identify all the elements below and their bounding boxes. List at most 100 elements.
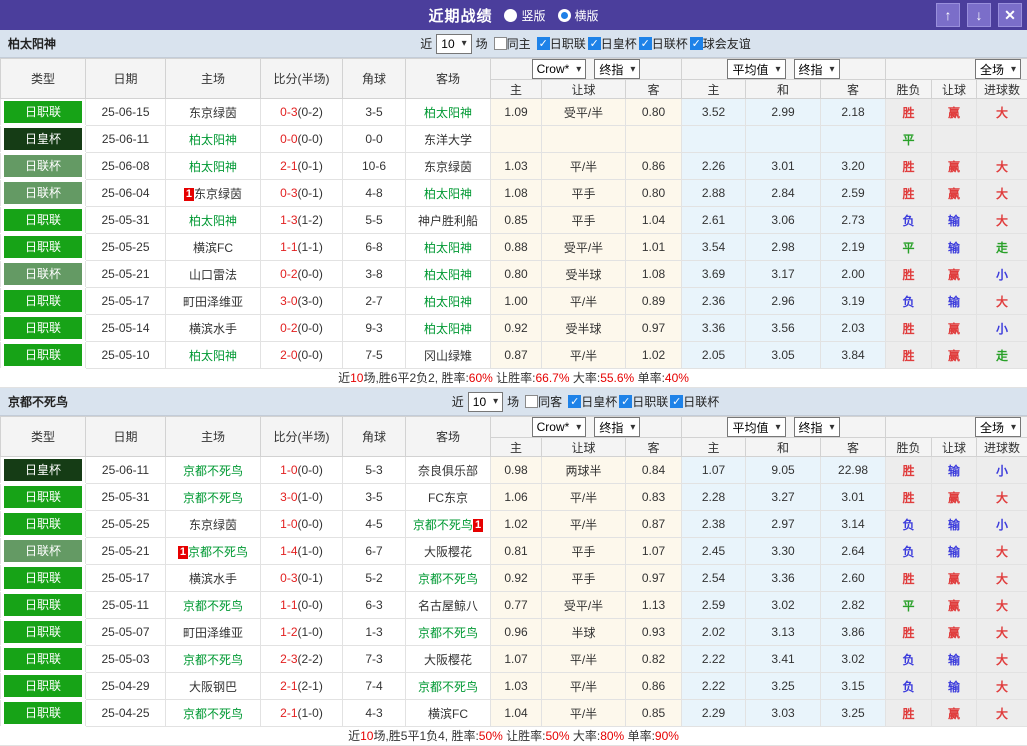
full-time-score: 3-0 [280,490,297,504]
away-team-name[interactable]: 柏太阳神 [424,322,472,336]
checkbox-checked-icon[interactable]: ✓ [639,37,652,50]
home-team-name[interactable]: 京都不死鸟 [183,707,243,721]
match-count-select[interactable]: 10 ▾ [468,392,503,412]
away-team-name[interactable]: 京都不死鸟 [418,572,478,586]
home-team-name[interactable]: 东京绿茵 [189,518,237,532]
home-team-name[interactable]: 柏太阳神 [189,160,237,174]
match-count-select[interactable]: 10 ▾ [436,34,471,54]
asia-odds-cell [542,126,626,153]
result-cell: 胜 [886,315,932,342]
result-cell: 小 [977,457,1027,484]
filter-row: 柏太阳神 近 10 ▾ 场 同主 ✓日职联✓日皇杯✓日联杯✓球会友谊 [0,30,1027,58]
bookmaker-select[interactable]: Crow*▾ [532,417,587,437]
home-team-name[interactable]: 横滨FC [193,241,233,255]
subcol-asia-away: 客 [626,80,682,99]
away-team-name[interactable]: 名古屋鲸八 [418,599,478,613]
move-up-button[interactable]: ↑ [936,3,960,27]
radio-unselected-icon[interactable] [504,9,517,22]
home-team-name[interactable]: 柏太阳神 [189,349,237,363]
home-team-cell: 大阪钢巴 [166,673,261,700]
home-team-name[interactable]: 东京绿茵 [189,106,237,120]
league-filter-item[interactable]: ✓日皇杯 [568,393,617,410]
home-team-name[interactable]: 町田泽维亚 [183,626,243,640]
odds-time-select[interactable]: 终指▾ [594,417,640,437]
league-filter-item[interactable]: ✓日联杯 [639,35,688,52]
result-cell [932,126,977,153]
away-team-name[interactable]: 神户胜利船 [418,214,478,228]
full-time-score: 0-3 [280,186,297,200]
layout-radio-vertical[interactable]: 竖版 [504,7,545,24]
close-button[interactable]: ✕ [998,3,1022,27]
corners-cell: 2-7 [343,288,406,315]
away-team-name[interactable]: 横滨FC [428,707,468,721]
scope-select[interactable]: 全场▾ [975,59,1021,79]
checkbox-checked-icon[interactable]: ✓ [588,37,601,50]
odds-time-select[interactable]: 终指▾ [594,59,640,79]
checkbox-checked-icon[interactable]: ✓ [537,37,550,50]
home-team-name[interactable]: 柏太阳神 [189,133,237,147]
away-team-name[interactable]: 柏太阳神 [424,187,472,201]
home-team-name[interactable]: 京都不死鸟 [183,464,243,478]
away-team-name[interactable]: 柏太阳神 [424,106,472,120]
radio-selected-icon[interactable] [558,9,571,22]
same-venue-filter[interactable]: 同客 [525,393,562,410]
away-team-name[interactable]: 奈良俱乐部 [418,464,478,478]
home-team-name[interactable]: 山口雷法 [189,268,237,282]
corners-cell: 7-4 [343,673,406,700]
league-filter-item[interactable]: ✓日职联 [619,393,668,410]
home-team-name[interactable]: 町田泽维亚 [183,295,243,309]
league-filter-item[interactable]: ✓日职联 [537,35,586,52]
home-team-name[interactable]: 京都不死鸟 [188,545,248,559]
layout-radio-horizontal[interactable]: 横版 [558,7,599,24]
red-card-badge: 1 [178,546,188,559]
away-team-name[interactable]: 冈山绿雉 [424,349,472,363]
euro-time-select[interactable]: 终指▾ [794,59,840,79]
checkbox-checked-icon[interactable]: ✓ [670,395,683,408]
average-select[interactable]: 平均值▾ [727,417,785,437]
checkbox-unchecked-icon[interactable] [494,37,507,50]
away-team-name[interactable]: 京都不死鸟 [418,626,478,640]
checkbox-unchecked-icon[interactable] [525,395,538,408]
away-team-name[interactable]: 京都不死鸟 [413,518,473,532]
home-team-name[interactable]: 京都不死鸟 [183,599,243,613]
asia-odds-cell: 0.80 [626,99,682,126]
same-venue-filter[interactable]: 同主 [494,35,531,52]
scope-select[interactable]: 全场▾ [975,417,1021,437]
away-team-name[interactable]: 东京绿茵 [424,160,472,174]
asia-odds-cell: 1.08 [491,180,542,207]
summary-stat-value: 10 [360,729,373,743]
asia-odds-cell: 1.08 [626,261,682,288]
match-league-cell: 日职联 [1,484,86,511]
away-team-name[interactable]: FC东京 [428,491,468,505]
home-team-name[interactable]: 横滨水手 [189,322,237,336]
euro-time-select[interactable]: 终指▾ [794,417,840,437]
home-team-name[interactable]: 横滨水手 [189,572,237,586]
bookmaker-select[interactable]: Crow*▾ [532,59,587,79]
away-team-name[interactable]: 京都不死鸟 [418,680,478,694]
checkbox-checked-icon[interactable]: ✓ [568,395,581,408]
away-team-name[interactable]: 大阪樱花 [424,653,472,667]
away-team-name[interactable]: 大阪樱花 [424,545,472,559]
home-team-name[interactable]: 东京绿茵 [194,187,242,201]
asia-odds-cell: 0.81 [491,538,542,565]
away-team-name[interactable]: 柏太阳神 [424,268,472,282]
home-team-name[interactable]: 京都不死鸟 [183,653,243,667]
average-select[interactable]: 平均值▾ [727,59,785,79]
home-team-name[interactable]: 京都不死鸟 [183,491,243,505]
away-team-name[interactable]: 柏太阳神 [424,241,472,255]
checkbox-checked-icon[interactable]: ✓ [690,37,703,50]
checkbox-checked-icon[interactable]: ✓ [619,395,632,408]
home-team-name[interactable]: 柏太阳神 [189,214,237,228]
chevron-down-icon: ▾ [576,422,581,433]
league-filter-item[interactable]: ✓日皇杯 [588,35,637,52]
asia-odds-cell: 0.93 [626,619,682,646]
move-down-button[interactable]: ↓ [967,3,991,27]
away-team-name[interactable]: 东洋大学 [424,133,472,147]
asia-odds-cell [626,126,682,153]
result-cell: 小 [977,511,1027,538]
league-filter-item[interactable]: ✓球会友谊 [690,35,751,52]
home-team-name[interactable]: 大阪钢巴 [189,680,237,694]
away-team-name[interactable]: 柏太阳神 [424,295,472,309]
asia-odds-cell: 0.80 [491,261,542,288]
league-filter-item[interactable]: ✓日联杯 [670,393,719,410]
